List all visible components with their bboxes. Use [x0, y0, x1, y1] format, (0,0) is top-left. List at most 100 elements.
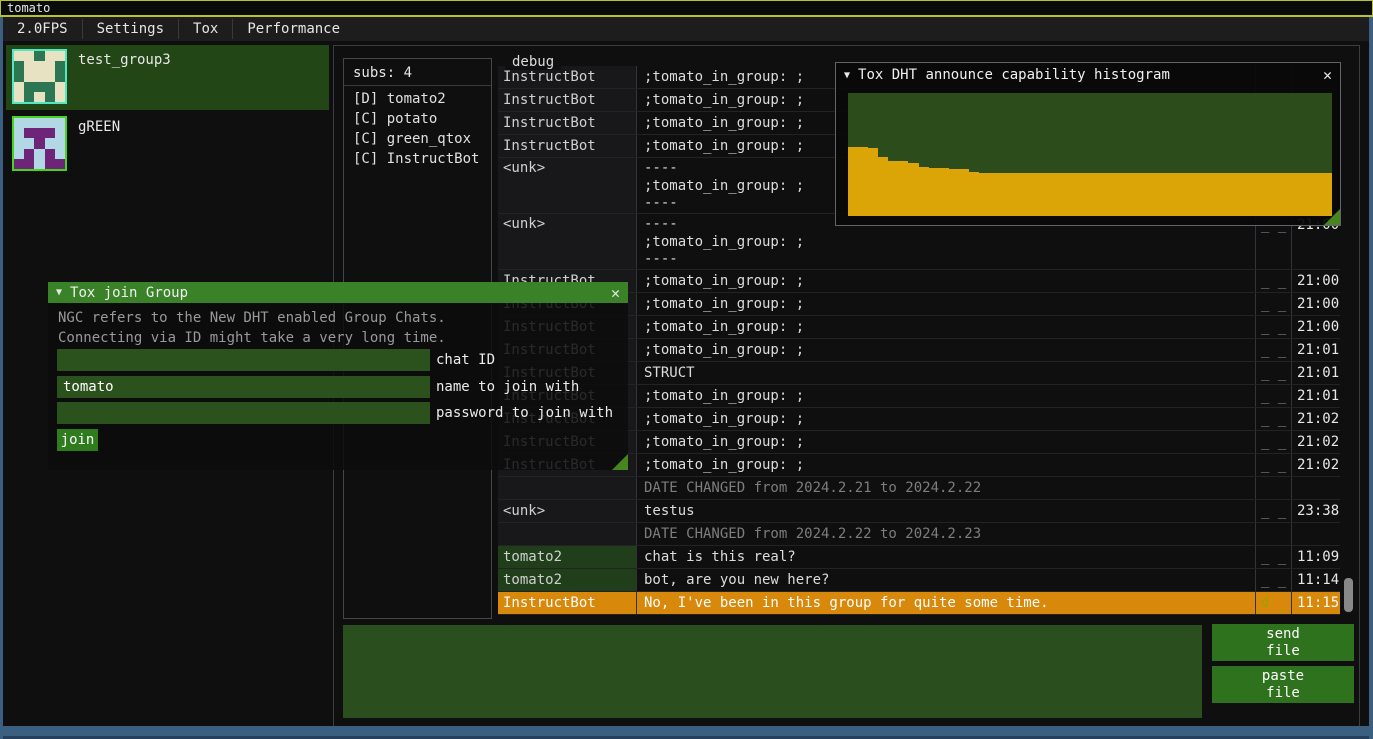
- menu-item-fps[interactable]: 2.0FPS: [3, 17, 82, 41]
- group-item-test-group3[interactable]: test_group3: [6, 45, 329, 110]
- avatar-pixel: [34, 71, 44, 81]
- message-line: chat is this real?: [644, 546, 1255, 568]
- tab-debug[interactable]: debug: [505, 54, 561, 70]
- message-flags: _ _: [1255, 316, 1291, 338]
- message-sender: [498, 477, 637, 499]
- message-time: 21:02: [1291, 408, 1340, 430]
- avatar-pixel: [55, 128, 65, 138]
- join-button[interactable]: join: [57, 429, 98, 451]
- avatar-pixel: [45, 71, 55, 81]
- menu-item-settings[interactable]: Settings: [83, 17, 178, 41]
- message-time: 23:38: [1291, 500, 1340, 522]
- histogram-bar: [1070, 173, 1080, 216]
- group-item-green[interactable]: gREEN: [6, 112, 329, 177]
- message-row[interactable]: DATE CHANGED from 2024.2.21 to 2024.2.22: [498, 477, 1340, 500]
- close-icon[interactable]: ✕: [611, 284, 620, 302]
- message-text: ;tomato_in_group: ;: [637, 339, 1255, 361]
- histogram-bar: [979, 173, 989, 216]
- join-dialog-body: NGC refers to the New DHT enabled Group …: [48, 303, 628, 470]
- member-item[interactable]: [D] tomato2: [344, 89, 491, 109]
- message-line: bot, are you new here?: [644, 569, 1255, 591]
- group-avatar: [12, 116, 67, 171]
- message-line: ;tomato_in_group: ;: [644, 339, 1255, 361]
- avatar-pixel: [55, 159, 65, 169]
- histogram-window-titlebar[interactable]: ▼ Tox DHT announce capability histogram: [836, 63, 1340, 87]
- message-flags: _ _: [1255, 431, 1291, 453]
- histogram-bar: [1110, 173, 1120, 216]
- send-file-button[interactable]: send file: [1212, 624, 1354, 661]
- histogram-bar: [1029, 173, 1039, 216]
- histogram-bar: [939, 168, 949, 216]
- histogram-bar: [1261, 173, 1271, 216]
- close-icon[interactable]: ✕: [1323, 66, 1332, 84]
- resize-grip[interactable]: [1324, 209, 1340, 225]
- member-item[interactable]: [C] potato: [344, 109, 491, 129]
- collapse-icon[interactable]: ▼: [56, 287, 62, 298]
- message-line: ;tomato_in_group: ;: [644, 293, 1255, 315]
- message-line: ;tomato_in_group: ;: [644, 454, 1255, 476]
- message-flags: _ _: [1255, 454, 1291, 476]
- chat-scrollbar-thumb[interactable]: [1344, 578, 1353, 612]
- message-time: 11:14: [1291, 569, 1340, 591]
- window-border-bottom: [0, 726, 1373, 736]
- message-sender: [498, 523, 637, 545]
- join-dialog-titlebar[interactable]: ▼ Tox join Group: [48, 282, 628, 303]
- member-item[interactable]: [C] green_qtox: [344, 129, 491, 149]
- join-group-dialog: ▼ Tox join Group ✕ NGC refers to the New…: [48, 282, 628, 470]
- paste-file-button[interactable]: paste file: [1212, 666, 1354, 703]
- histogram-bar: [1191, 173, 1201, 216]
- message-time: 21:00: [1291, 293, 1340, 315]
- message-row[interactable]: <unk>testus_ _23:38: [498, 500, 1340, 523]
- message-text: DATE CHANGED from 2024.2.22 to 2024.2.23: [637, 523, 1255, 545]
- member-item[interactable]: [C] InstructBot: [344, 149, 491, 169]
- message-row[interactable]: InstructBotNo, I've been in this group f…: [498, 592, 1340, 615]
- window-border-left: [0, 17, 3, 739]
- avatar-pixel: [45, 61, 55, 71]
- message-flags: _ _: [1255, 270, 1291, 292]
- message-sender: InstructBot: [498, 89, 637, 111]
- message-time: 21:00: [1291, 270, 1340, 292]
- histogram-bar: [1241, 173, 1251, 216]
- message-text: chat is this real?: [637, 546, 1255, 568]
- menu-item-performance[interactable]: Performance: [233, 17, 354, 41]
- message-row[interactable]: DATE CHANGED from 2024.2.22 to 2024.2.23: [498, 523, 1340, 546]
- histogram-bar: [969, 172, 979, 216]
- join-password-field[interactable]: [57, 402, 430, 424]
- chat-id-field[interactable]: [57, 349, 430, 371]
- message-row[interactable]: tomato2chat is this real?_ _11:09: [498, 546, 1340, 569]
- message-sender: <unk>: [498, 214, 637, 269]
- avatar-pixel: [14, 92, 24, 102]
- message-flags: _ _: [1255, 362, 1291, 384]
- message-row[interactable]: tomato2bot, are you new here?_ _11:14: [498, 569, 1340, 592]
- histogram-bar: [898, 161, 908, 216]
- group-name: test_group3: [78, 52, 171, 68]
- message-line: ;tomato_in_group: ;: [644, 316, 1255, 338]
- avatar-pixel: [24, 51, 34, 61]
- resize-grip[interactable]: [612, 454, 628, 470]
- histogram-bar: [1171, 173, 1181, 216]
- avatar-pixel: [34, 128, 44, 138]
- histogram-bar: [1150, 173, 1160, 216]
- avatar-pixel: [55, 118, 65, 128]
- avatar-pixel: [14, 149, 24, 159]
- histogram-bar: [908, 163, 918, 216]
- join-name-field[interactable]: [57, 376, 430, 398]
- message-text: ;tomato_in_group: ;: [637, 270, 1255, 292]
- join-dialog-description: NGC refers to the New DHT enabled Group …: [58, 310, 446, 326]
- menu-item-tox[interactable]: Tox: [179, 17, 232, 41]
- avatar-pixel: [45, 51, 55, 61]
- histogram-bar: [848, 147, 858, 216]
- message-time: 21:02: [1291, 431, 1340, 453]
- message-input[interactable]: [343, 625, 1202, 718]
- message-text: STRUCT: [637, 362, 1255, 384]
- histogram-bar: [1080, 173, 1090, 216]
- message-line: ;tomato_in_group: ;: [644, 385, 1255, 407]
- message-sender: <unk>: [498, 500, 637, 522]
- message-text: ;tomato_in_group: ;: [637, 316, 1255, 338]
- avatar-pixel: [45, 118, 55, 128]
- collapse-icon[interactable]: ▼: [844, 70, 850, 81]
- message-time: [1291, 523, 1340, 545]
- message-text: ;tomato_in_group: ;: [637, 431, 1255, 453]
- message-flags: [1255, 477, 1291, 499]
- window-title-bar[interactable]: tomato: [0, 0, 1373, 17]
